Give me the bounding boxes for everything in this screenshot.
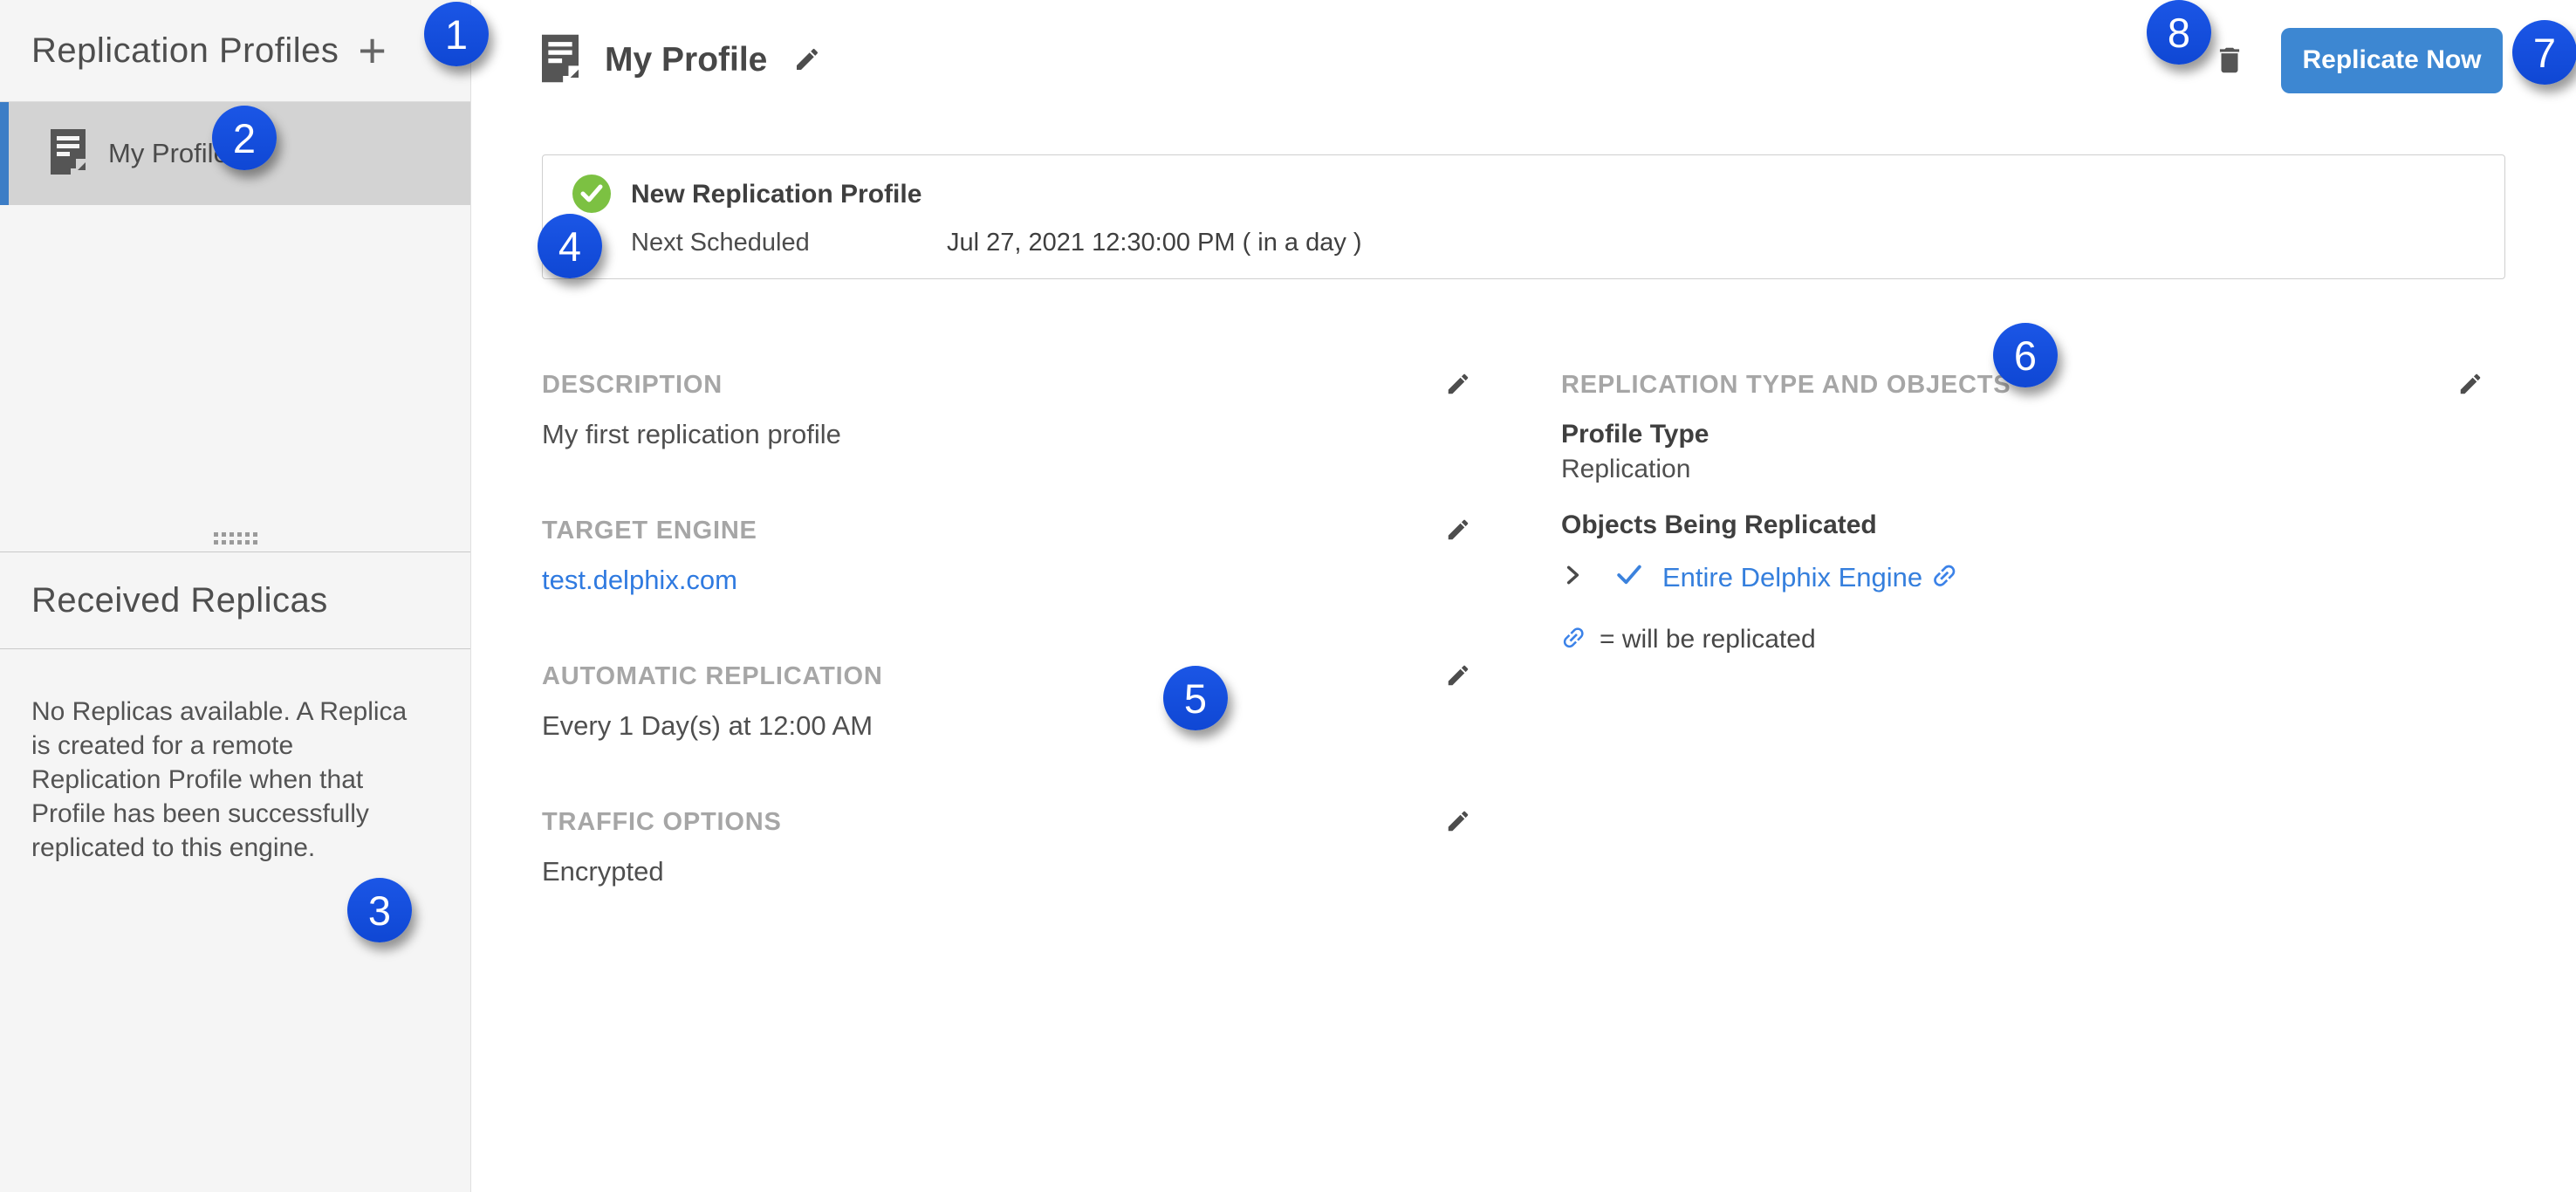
profile-type-value: Replication: [1561, 455, 2487, 484]
check-icon[interactable]: [1615, 564, 1643, 591]
link-icon: [1923, 555, 1969, 600]
received-replicas-title: Received Replicas: [31, 581, 328, 620]
automatic-replication-label: AUTOMATIC REPLICATION: [542, 662, 883, 691]
description-value: My first replication profile: [542, 419, 1475, 450]
objects-being-replicated-label: Objects Being Replicated: [1561, 510, 2487, 540]
edit-traffic-options-button[interactable]: [1445, 808, 1475, 838]
sidebar-title: Replication Profiles: [31, 31, 358, 71]
target-engine-link[interactable]: test.delphix.com: [542, 565, 737, 595]
objects-group: Objects Being Replicated Entire Delphix …: [1561, 510, 2487, 655]
add-profile-button[interactable]: +: [358, 26, 387, 75]
edit-profile-name-button[interactable]: [793, 45, 823, 75]
automatic-replication-value: Every 1 Day(s) at 12:00 AM: [542, 710, 1475, 742]
sidebar-header: Replication Profiles +: [0, 0, 470, 102]
traffic-options-label: TRAFFIC OPTIONS: [542, 808, 782, 837]
edit-description-button[interactable]: [1445, 371, 1475, 401]
profile-details: DESCRIPTION My first replication profile…: [542, 371, 2487, 954]
annotation-callout-6: 6: [1993, 323, 2058, 387]
header-actions: Replicate Now: [2213, 28, 2503, 93]
chevron-right-icon[interactable]: [1561, 562, 1584, 593]
annotation-callout-5: 5: [1163, 666, 1228, 730]
edit-automatic-replication-button[interactable]: [1445, 662, 1475, 692]
sidebar-item-label: My Profile: [108, 138, 229, 169]
next-scheduled-label: Next Scheduled: [631, 229, 810, 257]
annotation-callout-4: 4: [538, 214, 602, 278]
received-replicas-header: Received Replicas: [0, 551, 470, 649]
check-circle-icon: [572, 175, 611, 213]
status-card-title: New Replication Profile: [631, 180, 921, 209]
description-section: DESCRIPTION My first replication profile: [542, 371, 1475, 450]
annotation-callout-1: 1: [424, 2, 489, 66]
details-right-column: REPLICATION TYPE AND OBJECTS Profile Typ…: [1561, 371, 2487, 954]
edit-target-engine-button[interactable]: [1445, 517, 1475, 546]
profile-title-group: My Profile: [542, 34, 2213, 87]
sidebar: Replication Profiles + My Profile: [0, 0, 471, 1192]
profile-type-label: Profile Type: [1561, 420, 2487, 449]
annotation-callout-3: 3: [347, 878, 412, 942]
traffic-options-section: TRAFFIC OPTIONS Encrypted: [542, 808, 1475, 887]
annotation-callout-8: 8: [2147, 0, 2211, 65]
status-card: New Replication Profile Next Scheduled J…: [542, 154, 2505, 279]
document-icon: [542, 34, 579, 87]
plus-icon: +: [358, 23, 387, 78]
sidebar-spacer: [0, 205, 470, 532]
next-scheduled-value: Jul 27, 2021 12:30:00 PM ( in a day ): [947, 229, 1362, 257]
page-title: My Profile: [605, 41, 767, 79]
automatic-replication-section: AUTOMATIC REPLICATION Every 1 Day(s) at …: [542, 662, 1475, 742]
target-engine-section: TARGET ENGINE test.delphix.com: [542, 517, 1475, 596]
edit-replication-type-button[interactable]: [2457, 371, 2487, 401]
link-icon: [1554, 618, 1597, 661]
traffic-options-value: Encrypted: [542, 856, 1475, 887]
replication-type-label: REPLICATION TYPE AND OBJECTS: [1561, 371, 2011, 400]
delete-profile-button[interactable]: [2213, 40, 2246, 80]
details-left-column: DESCRIPTION My first replication profile…: [542, 371, 1475, 954]
replication-type-section: REPLICATION TYPE AND OBJECTS Profile Typ…: [1561, 371, 2487, 655]
profile-type-group: Profile Type Replication: [1561, 420, 2487, 484]
description-label: DESCRIPTION: [542, 371, 723, 400]
legend-row: = will be replicated: [1561, 623, 2487, 655]
object-tree-row: Entire Delphix Engine: [1561, 560, 2487, 594]
entire-delphix-engine-link[interactable]: Entire Delphix Engine: [1662, 562, 1922, 593]
panel-resize-handle[interactable]: [214, 532, 257, 545]
received-replicas-empty-text: No Replicas available. A Replica is crea…: [31, 695, 426, 865]
legend-text: = will be replicated: [1600, 625, 1816, 654]
target-engine-label: TARGET ENGINE: [542, 517, 757, 545]
annotation-callout-7: 7: [2512, 20, 2576, 85]
document-icon: [51, 129, 86, 179]
replicate-now-button[interactable]: Replicate Now: [2281, 28, 2503, 93]
annotation-callout-2: 2: [212, 106, 277, 170]
replication-profiles-screen: Replication Profiles + My Profile: [0, 0, 2576, 1192]
